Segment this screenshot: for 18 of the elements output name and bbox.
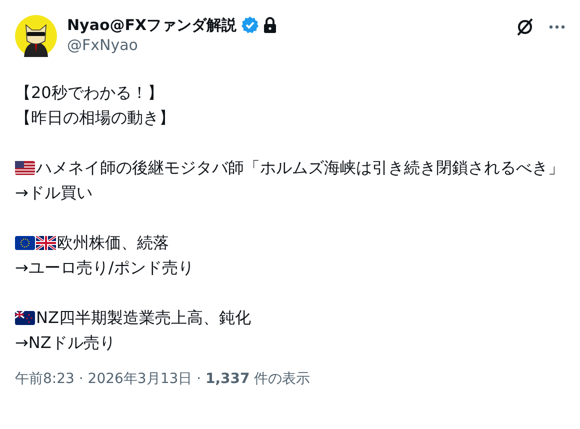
user-handle[interactable]: @FxNyao	[67, 35, 138, 55]
post-text-line: →ユーロ売り/ポンド売り	[15, 258, 194, 277]
post-text-line: →NZドル売り	[15, 333, 116, 352]
flag-icon	[36, 236, 56, 250]
post-text-line: 【昨日の相場の動き】	[15, 108, 175, 127]
post-text-line: →ドル買い	[15, 183, 92, 202]
display-name[interactable]: Nyao@FXファンダ解説	[67, 15, 237, 35]
grok-icon[interactable]	[515, 17, 535, 37]
flag-icon	[15, 311, 35, 325]
post-text-line: NZ四半期製造業売上高、鈍化	[36, 308, 251, 327]
post-timestamp-views: 午前8:23 · 2026年3月13日 · 1,337 件の表示	[15, 370, 310, 389]
flag-icon	[15, 236, 35, 250]
more-options-icon[interactable]	[549, 25, 565, 29]
cat-avatar-icon[interactable]	[15, 15, 57, 57]
post-text-line: 欧州株価、続落	[57, 233, 169, 252]
flag-icon	[15, 161, 35, 175]
post-text-line: ハメネイ師の後継モジタバ師「ホルムズ海峡は引き続き閉鎖されるべき」	[36, 158, 564, 177]
post-text-line: 【20秒でわかる！】	[15, 83, 164, 102]
